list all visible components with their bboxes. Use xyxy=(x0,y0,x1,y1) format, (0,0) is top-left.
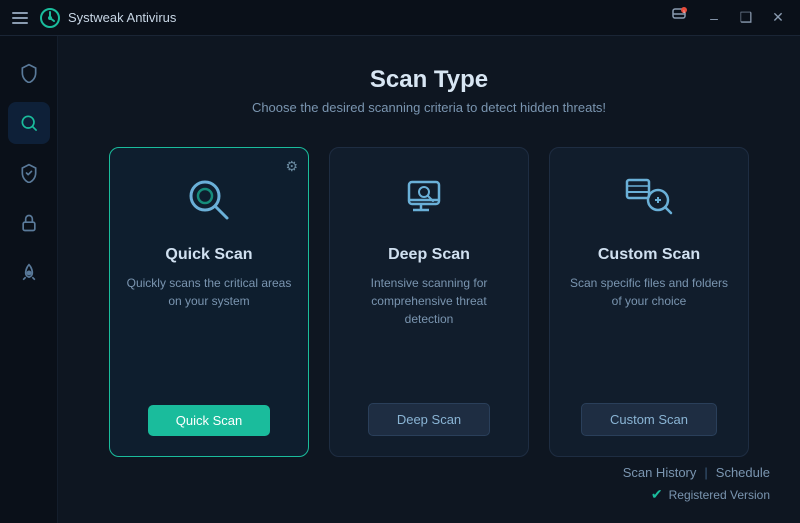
quick-scan-desc: Quickly scans the critical areas on your… xyxy=(126,274,292,385)
registered-label: Registered Version xyxy=(669,488,770,502)
window-controls: 1 – ❑ ✕ xyxy=(670,6,792,30)
quick-scan-icon xyxy=(177,168,241,232)
quick-scan-button[interactable]: Quick Scan xyxy=(148,405,270,436)
schedule-link[interactable]: Schedule xyxy=(716,465,770,480)
maximize-button[interactable]: ❑ xyxy=(732,6,760,30)
quick-scan-settings-button[interactable]: ⚙ xyxy=(285,158,298,175)
custom-scan-title: Custom Scan xyxy=(598,246,700,264)
custom-scan-desc: Scan specific files and folders of your … xyxy=(566,274,732,383)
page-title: Scan Type xyxy=(88,66,770,94)
sidebar-item-shield[interactable] xyxy=(8,52,50,94)
deep-scan-button[interactable]: Deep Scan xyxy=(368,403,490,436)
quick-scan-card[interactable]: ⚙ Quick Scan Quickly scans the critical … xyxy=(109,147,309,457)
scan-cards-container: ⚙ Quick Scan Quickly scans the critical … xyxy=(88,147,770,457)
deep-scan-desc: Intensive scanning for comprehensive thr… xyxy=(346,274,512,383)
sidebar-item-protection[interactable] xyxy=(8,152,50,194)
app-title: Systweak Antivirus xyxy=(68,10,176,25)
registered-check-icon: ✔ xyxy=(651,486,663,503)
quick-scan-title: Quick Scan xyxy=(165,246,252,264)
title-bar-left: Systweak Antivirus xyxy=(8,8,176,28)
page-header: Scan Type Choose the desired scanning cr… xyxy=(88,66,770,115)
title-bar: Systweak Antivirus 1 – ❑ ✕ xyxy=(0,0,800,36)
notification-badge[interactable]: 1 xyxy=(670,6,688,29)
sidebar-item-optimizer[interactable] xyxy=(8,252,50,294)
bottom-footer: Scan History | Schedule ✔ Registered Ver… xyxy=(88,465,770,503)
deep-scan-icon xyxy=(397,168,461,232)
links-divider: | xyxy=(704,465,707,480)
sidebar-item-scan[interactable] xyxy=(8,102,50,144)
custom-scan-button[interactable]: Custom Scan xyxy=(581,403,717,436)
sidebar xyxy=(0,36,58,523)
minimize-button[interactable]: – xyxy=(700,6,728,30)
main-layout: Scan Type Choose the desired scanning cr… xyxy=(0,36,800,523)
scan-history-link[interactable]: Scan History xyxy=(623,465,697,480)
content-area: Scan Type Choose the desired scanning cr… xyxy=(58,36,800,523)
sidebar-item-privacy[interactable] xyxy=(8,202,50,244)
app-logo xyxy=(40,8,60,28)
custom-scan-card[interactable]: Custom Scan Scan specific files and fold… xyxy=(549,147,749,457)
deep-scan-card[interactable]: Deep Scan Intensive scanning for compreh… xyxy=(329,147,529,457)
page-subtitle: Choose the desired scanning criteria to … xyxy=(88,100,770,115)
hamburger-menu[interactable] xyxy=(8,8,32,28)
custom-scan-icon xyxy=(617,168,681,232)
bottom-links: Scan History | Schedule xyxy=(623,465,770,480)
registered-badge: ✔ Registered Version xyxy=(651,486,770,503)
close-button[interactable]: ✕ xyxy=(764,6,792,30)
deep-scan-title: Deep Scan xyxy=(388,246,470,264)
